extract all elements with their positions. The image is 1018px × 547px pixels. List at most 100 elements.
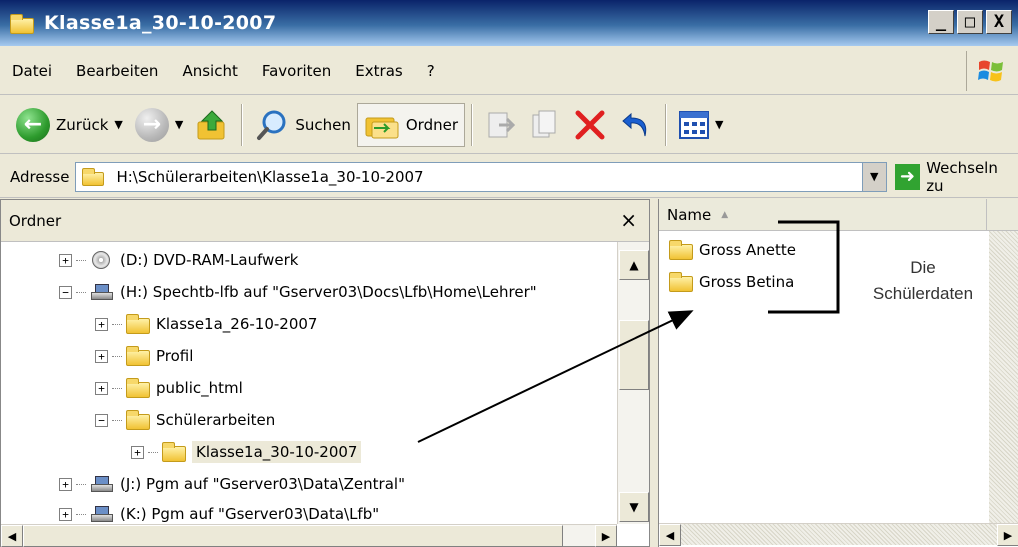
scroll-right-icon[interactable]: ▶	[997, 524, 1018, 546]
network-drive-icon	[90, 282, 114, 302]
folders-label: Ordner	[405, 115, 458, 134]
copy-to-button[interactable]	[523, 103, 567, 147]
tree-item[interactable]: − (H:) Spechtb-lfb auf "Gserver03\Docs\L…	[59, 276, 537, 308]
folder-horizontal-scrollbar[interactable]: ◀ ▶	[1, 524, 617, 547]
expand-icon[interactable]: +	[95, 317, 108, 331]
scroll-right-icon[interactable]: ▶	[595, 525, 617, 547]
toolbar: ← Zurück ▼ → ▼ Suchen Ordner ▼	[0, 96, 1018, 154]
folder-pane: Ordner × + (D:) DVD-RAM-Laufwerk − (H:) …	[0, 199, 650, 547]
tree-item-label: (D:) DVD-RAM-Laufwerk	[120, 251, 299, 269]
search-label: Suchen	[295, 115, 351, 134]
forward-dropdown-icon[interactable]: ▼	[175, 118, 183, 131]
annotation-text: Die Schülerdaten	[858, 255, 988, 307]
minimize-button[interactable]: _	[928, 10, 954, 34]
menu-extras[interactable]: Extras	[343, 56, 414, 86]
tree-item[interactable]: + (J:) Pgm auf "Gserver03\Data\Zentral"	[59, 468, 405, 500]
delete-button[interactable]	[567, 103, 613, 147]
views-dropdown-icon[interactable]: ▼	[715, 118, 723, 131]
tree-item[interactable]: + public_html	[95, 372, 243, 404]
forward-button[interactable]: → ▼	[129, 103, 189, 147]
collapse-icon[interactable]: −	[95, 413, 108, 427]
tree-item-label: (K:) Pgm auf "Gserver03\Data\Lfb"	[120, 505, 380, 523]
tree-item-label: Schülerarbeiten	[156, 411, 276, 429]
scroll-thumb[interactable]	[619, 320, 649, 390]
scroll-down-icon[interactable]: ▼	[619, 492, 649, 522]
menu-bearbeiten[interactable]: Bearbeiten	[64, 56, 170, 86]
close-button[interactable]: X	[986, 10, 1012, 34]
dvd-drive-icon	[90, 250, 114, 270]
toolbar-separator	[471, 103, 473, 146]
expand-icon[interactable]: +	[59, 477, 72, 491]
menu-favoriten[interactable]: Favoriten	[250, 56, 343, 86]
back-dropdown-icon[interactable]: ▼	[114, 118, 122, 131]
tree-item-label: Profil	[156, 347, 194, 365]
folder-icon	[126, 410, 150, 430]
collapse-icon[interactable]: −	[59, 285, 72, 299]
tree-item[interactable]: − Schülerarbeiten	[95, 404, 275, 436]
views-button[interactable]: ▼	[673, 103, 729, 147]
back-icon: ←	[16, 107, 50, 142]
back-label: Zurück	[56, 115, 109, 134]
menu-help[interactable]: ?	[415, 56, 447, 86]
windows-logo-icon	[966, 51, 1014, 91]
folder-icon	[669, 272, 693, 292]
menu-ansicht[interactable]: Ansicht	[170, 56, 249, 86]
content-horizontal-scrollbar[interactable]: ◀ ▶	[659, 523, 1018, 546]
tree-item-label: Klasse1a_26-10-2007	[156, 315, 318, 333]
undo-button[interactable]	[613, 103, 659, 147]
tree-item-label: Klasse1a_30-10-2007	[192, 441, 362, 463]
go-label: Wechseln zu	[926, 158, 998, 195]
scroll-left-icon[interactable]: ◀	[1, 525, 23, 547]
up-button[interactable]	[189, 103, 235, 147]
scroll-left-icon[interactable]: ◀	[659, 524, 681, 546]
content-pane: Name ▲ Gross Anette Gross Betina ◀ ▶	[658, 198, 1018, 547]
maximize-button[interactable]: □	[957, 10, 983, 34]
folder-vertical-scrollbar[interactable]: ▲ ▼	[617, 242, 649, 524]
pane-splitter[interactable]	[650, 199, 658, 547]
tree-item[interactable]: + Klasse1a_26-10-2007	[95, 308, 317, 340]
folder-icon	[126, 314, 150, 334]
forward-icon: →	[134, 107, 169, 142]
annotation-line-1: Die	[910, 258, 936, 277]
tree-item[interactable]: + Profil	[95, 340, 193, 372]
tree-item-selected[interactable]: + Klasse1a_30-10-2007	[131, 436, 362, 468]
address-dropdown-icon[interactable]: ▼	[861, 162, 886, 191]
expand-icon[interactable]: +	[95, 349, 108, 363]
tree-item[interactable]: + (D:) DVD-RAM-Laufwerk	[59, 244, 298, 276]
back-button[interactable]: ← Zurück ▼	[10, 103, 129, 147]
address-value: H:\Schülerarbeiten\Klasse1a_30-10-2007	[116, 167, 424, 186]
name-column-label: Name	[667, 205, 712, 224]
expand-icon[interactable]: +	[131, 445, 144, 459]
expand-icon[interactable]: +	[59, 507, 72, 521]
menu-datei[interactable]: Datei	[0, 56, 64, 86]
expand-icon[interactable]: +	[59, 253, 72, 267]
address-input[interactable]: H:\Schülerarbeiten\Klasse1a_30-10-2007 ▼	[75, 161, 887, 192]
tree-item[interactable]: + (K:) Pgm auf "Gserver03\Data\Lfb"	[59, 498, 379, 524]
expand-icon[interactable]: +	[95, 381, 108, 395]
list-item[interactable]: Gross Anette	[669, 237, 796, 263]
annotation-line-2: Schülerdaten	[872, 284, 974, 303]
scroll-thumb[interactable]	[23, 525, 563, 547]
name-column-header[interactable]: Name ▲	[659, 198, 987, 231]
folder-icon	[82, 167, 105, 186]
search-button[interactable]: Suchen	[249, 103, 357, 147]
go-arrow-icon: ➜	[894, 163, 921, 190]
tree-item-label: (J:) Pgm auf "Gserver03\Data\Zentral"	[120, 475, 405, 493]
go-button[interactable]: ➜ Wechseln zu	[894, 158, 1018, 195]
close-pane-icon[interactable]: ×	[620, 208, 637, 232]
folders-button[interactable]: Ordner	[356, 102, 465, 147]
views-icon	[679, 110, 709, 139]
up-folder-icon	[197, 109, 225, 139]
address-bar: Adresse H:\Schülerarbeiten\Klasse1a_30-1…	[0, 156, 1018, 198]
folder-icon	[126, 378, 150, 398]
sort-ascending-icon: ▲	[721, 209, 729, 220]
scroll-up-icon[interactable]: ▲	[619, 250, 649, 280]
move-to-button[interactable]	[479, 103, 523, 147]
address-label: Adresse	[10, 167, 70, 186]
undo-icon	[622, 112, 647, 136]
list-item-label: Gross Anette	[699, 241, 797, 259]
folder-icon	[162, 442, 186, 462]
delete-icon	[575, 110, 605, 139]
list-item[interactable]: Gross Betina	[669, 269, 794, 295]
tree-item-label: (H:) Spechtb-lfb auf "Gserver03\Docs\Lfb…	[120, 283, 537, 301]
